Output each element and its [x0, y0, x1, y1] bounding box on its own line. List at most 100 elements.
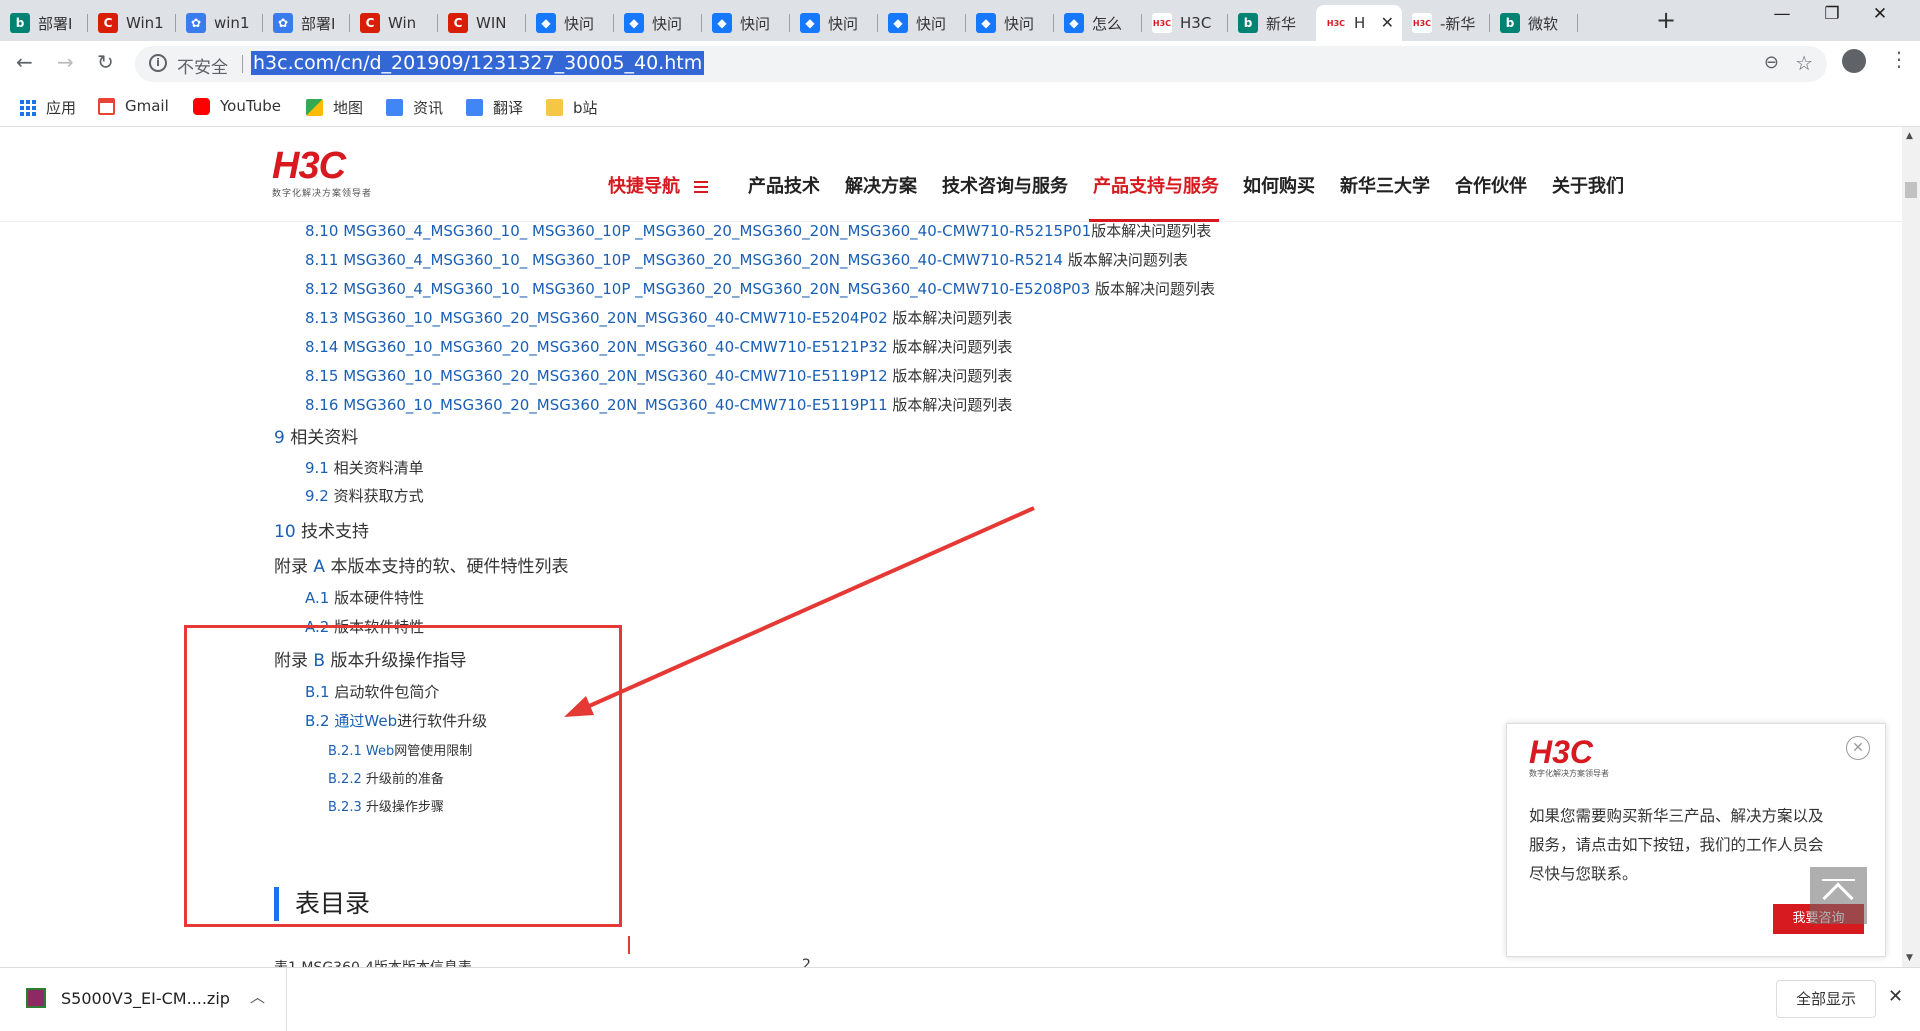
back-icon[interactable]: ←	[16, 50, 33, 74]
tab-title: Win	[388, 14, 417, 32]
chevron-up-icon[interactable]: ︿	[250, 986, 265, 1007]
bookmark-translate[interactable]: 翻译	[466, 97, 523, 118]
table-list-row[interactable]: 表1 MSG360-4版本版本信息表	[274, 957, 472, 967]
restore-button[interactable]: ❐	[1812, 4, 1852, 24]
tab[interactable]: H3C -新华	[1402, 5, 1490, 41]
bookmark-star-icon[interactable]: ☆	[1795, 51, 1813, 75]
tab[interactable]: C Win	[350, 5, 438, 41]
tab[interactable]: H3C H ✕	[1316, 5, 1402, 41]
tab-title: win1	[214, 14, 250, 32]
page-scrollbar[interactable]: ▲ ▼	[1902, 127, 1920, 967]
toc-item-8-10[interactable]: 8.10 MSG360_4_MSG360_10_ MSG360_10P _MSG…	[305, 220, 1211, 241]
tab-title: H3C	[1180, 14, 1212, 32]
download-file-name: S5000V3_EI-CM....zip	[61, 989, 230, 1008]
popup-message: 如果您需要购买新华三产品、解决方案以及服务，请点击如下按钮，我们的工作人员会尽快…	[1529, 807, 1824, 883]
toc-section-9[interactable]: 9 相关资料	[274, 423, 358, 448]
bookmark-maps[interactable]: 地图	[306, 97, 363, 118]
url-text[interactable]: h3c.com/cn/d_201909/1231327_30005_40.htm	[251, 51, 705, 75]
tab-title: -新华	[1440, 14, 1476, 33]
bookmark-news[interactable]: 资讯	[386, 97, 443, 118]
minimize-button[interactable]: —	[1762, 4, 1802, 24]
scrollbar-thumb[interactable]	[1905, 182, 1917, 198]
tab[interactable]: ✿ win1	[176, 5, 263, 41]
forward-icon[interactable]: →	[57, 50, 74, 74]
show-all-button[interactable]: 全部显示	[1776, 980, 1876, 1018]
tab-separator	[1577, 14, 1578, 32]
kuaiwen-icon: ◆	[888, 13, 908, 33]
tab-title: 快问	[564, 14, 595, 33]
toc-item-9-1[interactable]: 9.1 相关资料清单	[305, 457, 424, 478]
nav-partners[interactable]: 合作伙伴	[1455, 172, 1527, 198]
scroll-down-icon[interactable]: ▼	[1906, 953, 1913, 963]
bookmark-gmail[interactable]: Gmail	[98, 97, 169, 115]
translate-icon	[466, 99, 483, 116]
bookmark-youtube[interactable]: YouTube	[193, 97, 281, 115]
tab[interactable]: ◆ 快问	[526, 5, 614, 41]
bing-icon: b	[1238, 13, 1258, 33]
toc-section-10[interactable]: 10 技术支持	[274, 517, 369, 542]
bookmark-label: 应用	[46, 99, 77, 117]
nav-support[interactable]: 产品支持与服务	[1093, 172, 1219, 198]
toc-item-a-1[interactable]: A.1 版本硬件特性	[305, 587, 424, 608]
tab[interactable]: ◆ 快问	[790, 5, 878, 41]
tab[interactable]: ✿ 部署I	[263, 5, 350, 41]
menu-icon[interactable]: ⋮	[1889, 47, 1909, 71]
scroll-up-icon[interactable]: ▲	[1906, 131, 1913, 141]
tab-title: Win1	[126, 14, 164, 32]
close-tab-icon[interactable]: ✕	[1381, 13, 1394, 32]
info-icon[interactable]: i	[149, 54, 167, 72]
zoom-icon[interactable]: ⊖	[1764, 52, 1779, 73]
tab-title: 快问	[916, 14, 947, 33]
new-tab-button[interactable]: +	[1656, 6, 1676, 34]
toc-appendix-a[interactable]: 附录 A 本版本支持的软、硬件特性列表	[274, 552, 568, 577]
reload-icon[interactable]: ↻	[97, 50, 114, 74]
bookmark-label: YouTube	[220, 97, 281, 115]
tab[interactable]: b 部署I	[0, 5, 88, 41]
tab[interactable]: ◆ 快问	[702, 5, 790, 41]
back-to-top-button[interactable]	[1810, 867, 1867, 924]
toc-item-8-12[interactable]: 8.12 MSG360_4_MSG360_10_ MSG360_10P _MSG…	[305, 278, 1215, 299]
nav-how-to-buy[interactable]: 如何购买	[1243, 172, 1315, 198]
toc-item-8-16[interactable]: 8.16 MSG360_10_MSG360_20_MSG360_20N_MSG3…	[305, 394, 1012, 415]
kuaiwen-icon: ◆	[1064, 13, 1084, 33]
close-icon[interactable]: ✕	[1888, 986, 1903, 1007]
tab[interactable]: C Win1	[88, 5, 176, 41]
h3c-icon: H3C	[1326, 13, 1346, 33]
tab[interactable]: ◆ 快问	[966, 5, 1054, 41]
toc-item-9-2[interactable]: 9.2 资料获取方式	[305, 485, 424, 506]
tab[interactable]: b 新华	[1228, 5, 1316, 41]
toc-item-8-14[interactable]: 8.14 MSG360_10_MSG360_20_MSG360_20N_MSG3…	[305, 336, 1012, 357]
bookmark-label: Gmail	[125, 97, 169, 115]
security-label[interactable]: 不安全	[177, 53, 228, 78]
profile-avatar-icon[interactable]	[1842, 49, 1866, 73]
nav-products[interactable]: 产品技术	[748, 172, 820, 198]
close-icon[interactable]: ✕	[1846, 736, 1870, 760]
kuaiwen-icon: ◆	[624, 13, 644, 33]
logo-tagline: 数字化解决方案领导者	[272, 189, 373, 199]
close-window-button[interactable]: ✕	[1860, 4, 1900, 24]
nav-university[interactable]: 新华三大学	[1340, 172, 1430, 198]
tab[interactable]: b 微软	[1490, 5, 1578, 41]
nav-about[interactable]: 关于我们	[1552, 172, 1624, 198]
bookmark-folder[interactable]: b站	[546, 97, 598, 118]
tab[interactable]: ◆ 怎么	[1054, 5, 1142, 41]
tab[interactable]: ◆ 快问	[878, 5, 966, 41]
news-icon	[386, 99, 403, 116]
toc-item-8-15[interactable]: 8.15 MSG360_10_MSG360_20_MSG360_20N_MSG3…	[305, 365, 1012, 386]
nav-solutions[interactable]: 解决方案	[845, 172, 917, 198]
download-item[interactable]: S5000V3_EI-CM....zip ︿	[0, 968, 287, 1031]
archive-file-icon	[26, 988, 46, 1008]
nav-quick-nav[interactable]: 快捷导航	[608, 172, 709, 198]
nav-consulting[interactable]: 技术咨询与服务	[942, 172, 1068, 198]
h3c-logo[interactable]: H3C 数字化解决方案领导者	[272, 145, 372, 199]
kuaiwen-icon: ◆	[800, 13, 820, 33]
tab[interactable]: H3C H3C	[1142, 5, 1228, 41]
tab[interactable]: ◆ 快问	[614, 5, 702, 41]
bookmark-label: b站	[573, 99, 598, 117]
address-bar[interactable]: i 不安全 h3c.com/cn/d_201909/1231327_30005_…	[135, 46, 1827, 82]
toc-item-8-11[interactable]: 8.11 MSG360_4_MSG360_10_ MSG360_10P _MSG…	[305, 249, 1188, 270]
bookmark-apps[interactable]: 应用	[20, 97, 76, 118]
toc-item-8-13[interactable]: 8.13 MSG360_10_MSG360_20_MSG360_20N_MSG3…	[305, 307, 1012, 328]
back-to-top-bar	[1822, 879, 1855, 881]
tab[interactable]: C WIN	[438, 5, 526, 41]
